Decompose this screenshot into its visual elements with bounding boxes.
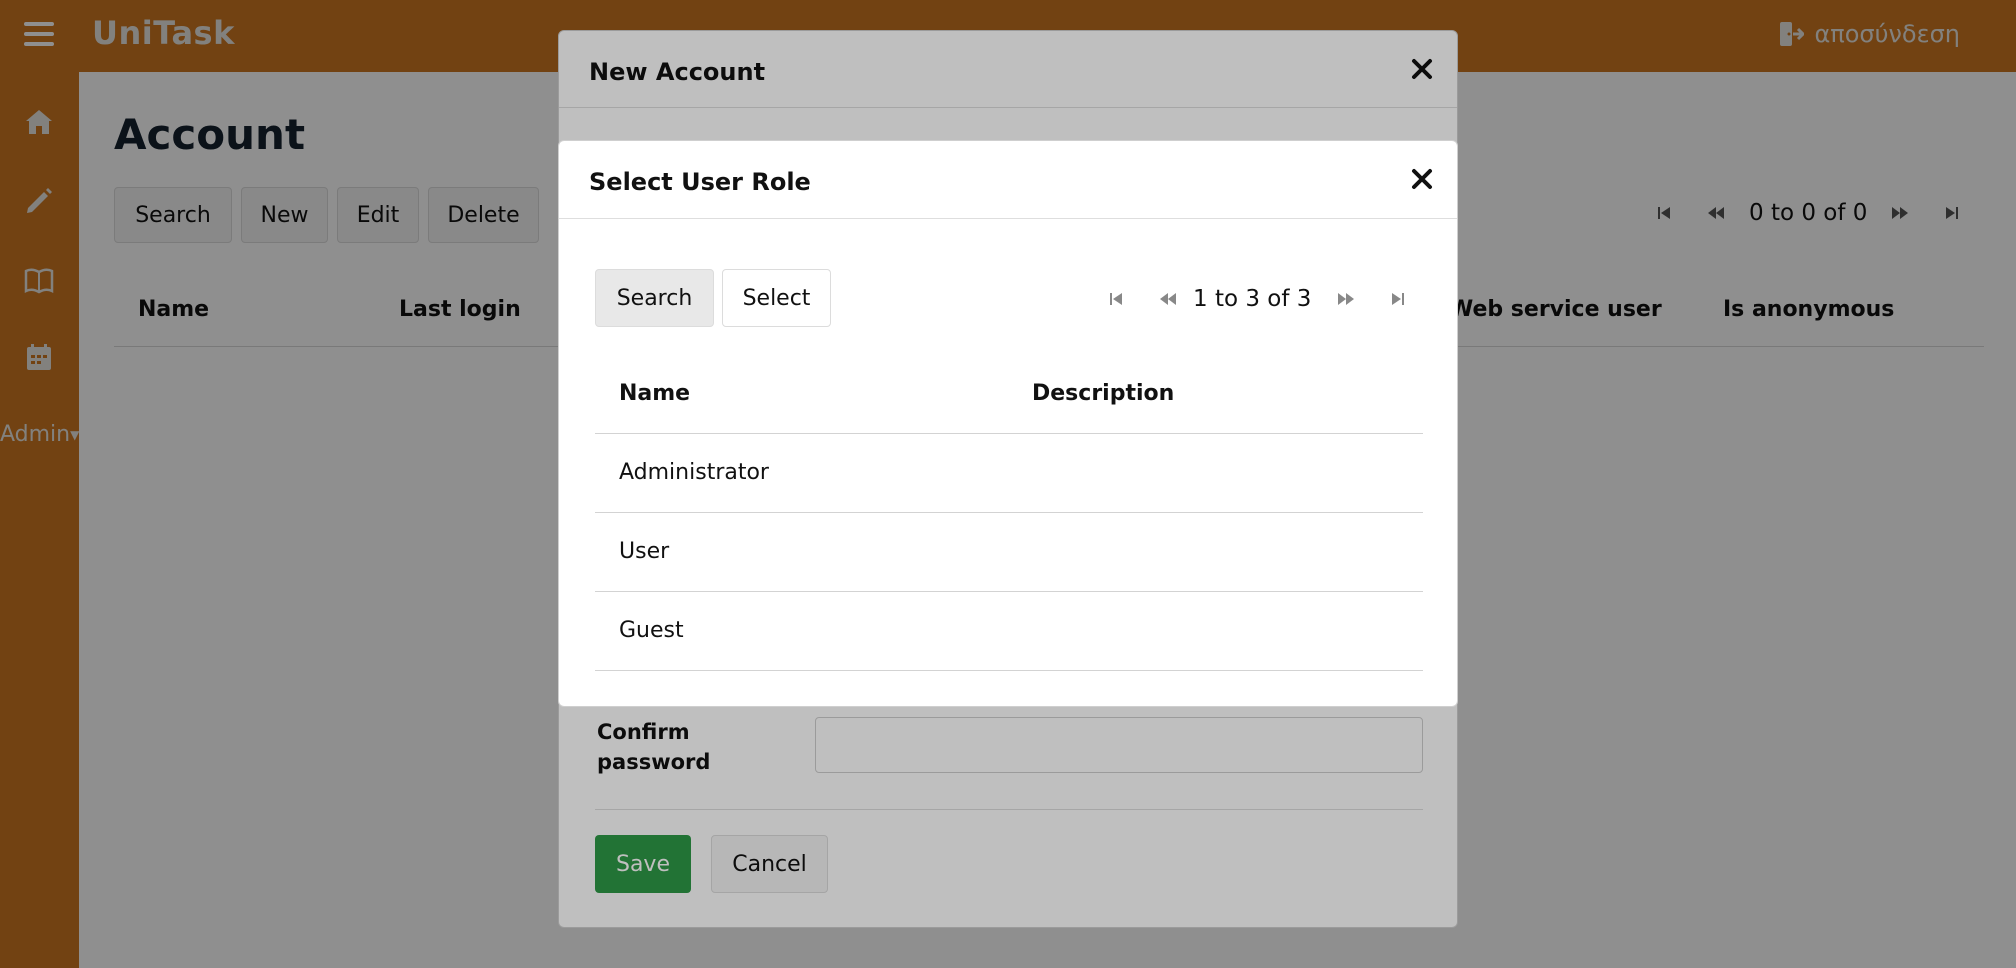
last-page-icon[interactable]: [1389, 290, 1407, 308]
prev-page-icon[interactable]: [1159, 290, 1177, 308]
role-pager-text: 1 to 3 of 3: [1193, 286, 1312, 312]
role-pager: 1 to 3 of 3: [1107, 286, 1407, 312]
role-name: Guest: [619, 618, 684, 643]
first-page-icon[interactable]: [1107, 290, 1125, 308]
close-icon[interactable]: [1409, 166, 1435, 192]
role-name: User: [619, 539, 670, 564]
next-page-icon[interactable]: [1337, 290, 1355, 308]
role-row-user[interactable]: User: [595, 512, 1423, 591]
role-column-header-description[interactable]: Description: [1032, 381, 1174, 406]
role-table-bottom-border: [595, 670, 1423, 671]
select-user-role-title: Select User Role: [589, 168, 811, 196]
role-name: Administrator: [619, 460, 769, 485]
modal-header-divider: [559, 218, 1457, 219]
role-row-guest[interactable]: Guest: [595, 591, 1423, 670]
role-search-button[interactable]: Search: [595, 269, 714, 327]
role-row-administrator[interactable]: Administrator: [595, 433, 1423, 512]
select-user-role-modal: Select User Role Search Select 1 to 3 of…: [558, 140, 1458, 707]
role-select-button[interactable]: Select: [722, 269, 831, 327]
role-column-header-name[interactable]: Name: [619, 381, 690, 406]
